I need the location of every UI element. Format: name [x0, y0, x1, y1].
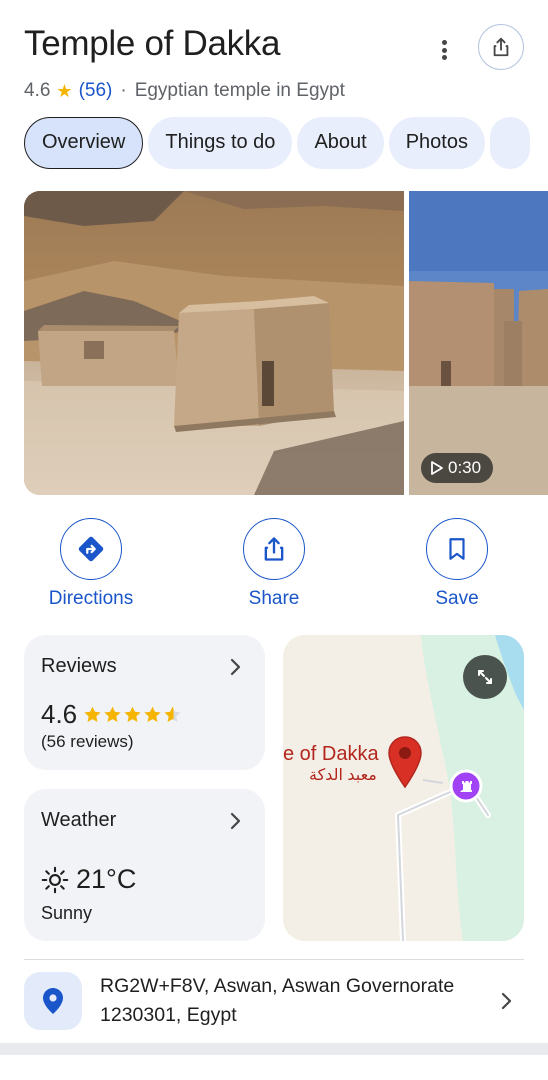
star-icon — [84, 706, 101, 722]
review-count-link[interactable]: (56) — [79, 80, 113, 102]
weather-temperature-row: 21°C — [41, 864, 136, 895]
tab-about[interactable]: About — [297, 117, 384, 169]
video-duration-badge: 0:30 — [421, 453, 494, 483]
directions-label: Directions — [48, 588, 134, 609]
place-category: Egyptian temple in Egypt — [134, 80, 345, 101]
directions-circle[interactable] — [60, 518, 122, 580]
star-icon — [104, 706, 121, 722]
place-title: Temple of Dakka — [24, 24, 281, 63]
landmark-marker-icon — [449, 769, 483, 803]
rating-value: 4.6 — [24, 80, 51, 101]
share-icon — [493, 37, 509, 57]
weather-temperature: 21°C — [76, 864, 137, 894]
map-place-label-arabic: معبد الدكة — [309, 767, 377, 784]
weather-card[interactable]: Weather 21°C Sunny — [24, 789, 265, 941]
address-line-1: RG2W+F8V, Aswan, Aswan Governorate — [100, 975, 455, 997]
share-label: Share — [248, 588, 300, 609]
reviews-card[interactable]: Reviews 4.6 (56 reviews) — [24, 635, 265, 770]
chevron-right-icon — [230, 658, 241, 676]
chevron-right-icon[interactable] — [500, 990, 514, 1012]
weather-card-title: Weather — [41, 809, 117, 831]
save-label: Save — [435, 588, 479, 609]
chevron-right-icon — [230, 812, 241, 830]
tab-bar: Overview Things to do About Photos — [24, 117, 548, 169]
star-icon: ★ — [56, 80, 73, 101]
map-preview[interactable]: e of Dakka معبد الدكة — [283, 635, 524, 941]
directions-icon — [78, 536, 104, 562]
share-button[interactable]: Share — [214, 518, 334, 610]
map-expand-button[interactable] — [463, 655, 507, 699]
share-top-button[interactable] — [478, 24, 524, 70]
star-half-icon — [164, 706, 181, 722]
expand-icon — [478, 670, 492, 684]
reviews-count: (56 reviews) — [41, 732, 134, 751]
location-pin-icon — [43, 988, 63, 1014]
tab-overview[interactable]: Overview — [24, 117, 144, 169]
star-rating — [83, 705, 182, 724]
tab-photos[interactable]: Photos — [388, 117, 485, 169]
save-circle[interactable] — [426, 518, 488, 580]
main-photo[interactable] — [24, 191, 404, 495]
reviews-rating-value: 4.6 — [41, 699, 78, 729]
star-icon — [124, 706, 141, 722]
address-icon-tile — [24, 972, 82, 1030]
divider — [24, 959, 524, 960]
video-duration: 0:30 — [448, 458, 482, 477]
place-subtitle: 4.6 ★ (56) · Egyptian temple in Egypt — [24, 80, 345, 102]
share-icon — [264, 537, 284, 561]
address-line-2: 1230301, Egypt — [100, 1004, 237, 1026]
bookmark-icon — [449, 538, 465, 560]
reviews-rating: 4.6 — [41, 699, 182, 730]
map-place-label: e of Dakka — [283, 743, 379, 765]
star-icon — [144, 706, 161, 722]
video-thumbnail[interactable]: 0:30 — [409, 191, 548, 495]
tab-things-to-do[interactable]: Things to do — [148, 117, 293, 169]
directions-button[interactable]: Directions — [31, 518, 151, 610]
play-icon — [431, 461, 443, 475]
reviews-card-title: Reviews — [41, 655, 117, 677]
weather-condition: Sunny — [41, 903, 93, 923]
tab-more[interactable] — [489, 117, 530, 169]
sun-icon — [41, 866, 69, 893]
share-circle[interactable] — [243, 518, 305, 580]
more-options-icon[interactable] — [432, 36, 456, 64]
map-pin-icon — [388, 736, 422, 789]
section-separator — [0, 1043, 548, 1055]
address-text[interactable]: RG2W+F8V, Aswan, Aswan Governorate 12303… — [100, 972, 490, 1030]
separator-dot: · — [120, 80, 127, 101]
save-button[interactable]: Save — [397, 518, 517, 610]
